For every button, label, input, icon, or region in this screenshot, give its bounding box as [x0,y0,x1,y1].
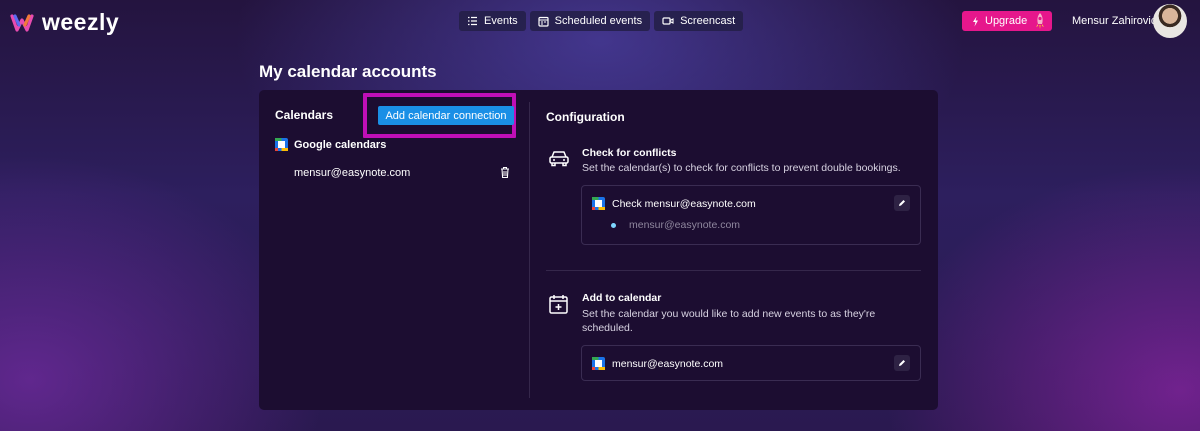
column-divider [529,102,530,398]
upgrade-label: Upgrade [985,15,1028,27]
add-to-calendar-description-line1: Set the calendar you would like to add n… [582,308,876,320]
top-bar: weezly Events Scheduled events Screencas… [0,0,1200,42]
calendar-color-dot [611,222,616,228]
configuration-heading: Configuration [546,110,625,124]
brand-name: weezly [42,9,120,35]
nav-item-scheduled-events[interactable]: Scheduled events [529,11,651,31]
section-divider [546,270,921,271]
pencil-icon [899,360,905,366]
add-to-calendar-box: mensur@easynote.com [581,345,921,381]
google-calendar-icon [592,197,605,210]
main-nav: Events Scheduled events Screencast [459,11,744,31]
nav-item-label: Events [484,15,518,27]
target-calendar-email: mensur@easynote.com [612,357,724,370]
conflict-calendar-box: Check mensur@easynote.com mensur@easynot… [581,185,921,245]
calendars-heading: Calendars [275,108,334,122]
nav-item-label: Screencast [680,15,736,27]
calendar-accounts-card: Calendars Add calendar connection Google… [259,90,938,410]
conflict-calendar-label: Check mensur@easynote.com [612,197,756,210]
sub-calendar-email: mensur@easynote.com [629,219,741,231]
calendar-account-row: mensur@easynote.com [294,166,517,181]
avatar[interactable] [1153,4,1187,38]
pencil-icon [899,200,905,206]
edit-conflicts-button[interactable] [894,195,910,211]
check-conflicts-description: Set the calendar(s) to check for conflic… [582,162,901,174]
target-calendar-entry: mensur@easynote.com [592,357,723,370]
check-conflicts-title: Check for conflicts [582,147,677,159]
nav-item-screencast[interactable]: Screencast [654,11,744,31]
brand-logo[interactable]: weezly [10,9,119,36]
list-icon [468,16,477,26]
google-calendars-group: Google calendars [275,138,386,151]
google-calendar-icon [275,138,288,151]
account-email: mensur@easynote.com [294,167,411,179]
add-calendar-connection-button[interactable]: Add calendar connection [378,106,514,125]
lightning-icon [973,16,978,26]
car-icon [549,151,569,167]
page-title: My calendar accounts [259,62,437,81]
weezly-logo-icon [10,13,34,32]
calendar-icon [538,16,549,27]
rocket-icon [1036,13,1044,29]
google-calendar-icon [592,357,605,370]
upgrade-button[interactable]: Upgrade [962,11,1052,31]
conflict-sub-calendar: mensur@easynote.com [611,219,740,231]
edit-target-calendar-button[interactable] [894,355,910,371]
video-icon [662,17,674,25]
conflict-calendar-entry: Check mensur@easynote.com [592,197,756,210]
calendar-plus-icon [549,295,568,314]
trash-icon[interactable] [499,166,511,179]
add-to-calendar-title: Add to calendar [582,292,662,304]
nav-item-events[interactable]: Events [459,11,526,31]
user-name: Mensur Zahirovic [1072,15,1157,27]
add-to-calendar-description-line2: scheduled. [582,322,633,334]
google-calendars-label: Google calendars [294,138,387,151]
nav-item-label: Scheduled events [554,15,643,27]
